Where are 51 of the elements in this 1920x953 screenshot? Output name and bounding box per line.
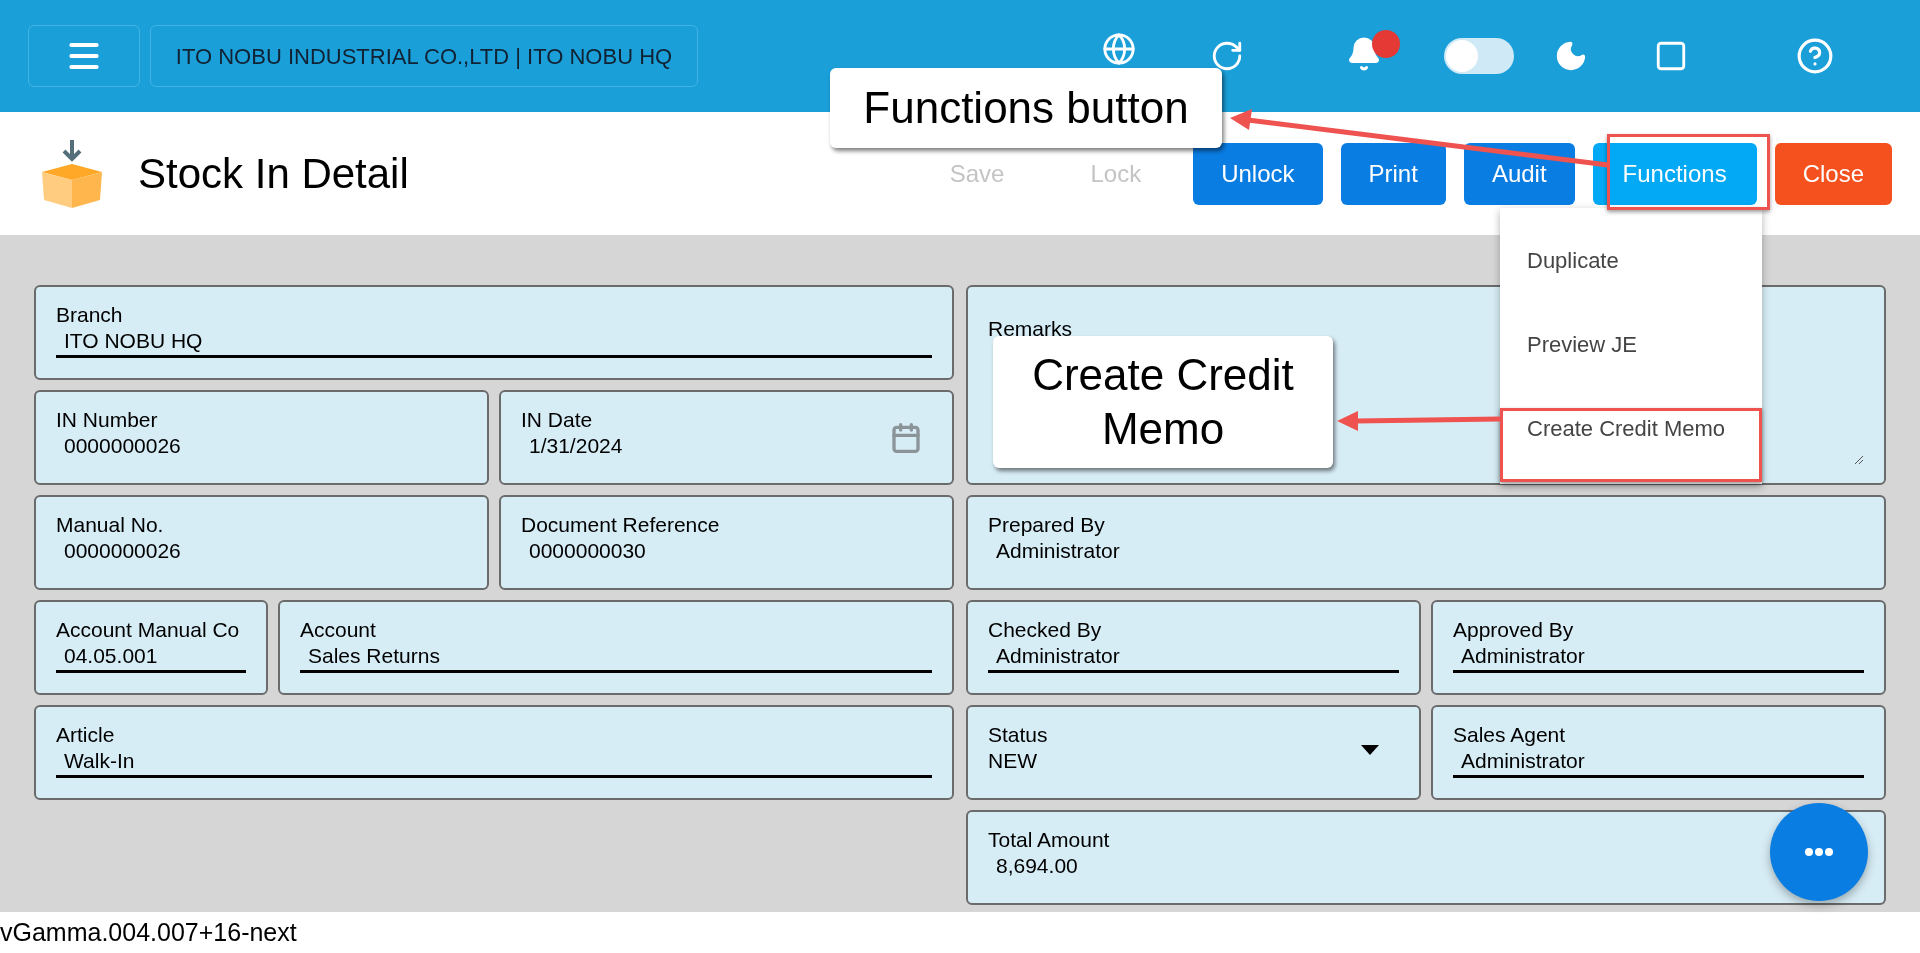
- value-field[interactable]: Administrator: [1453, 642, 1864, 673]
- menu-item[interactable]: Duplicate: [1527, 248, 1619, 274]
- field-label: Total Amount: [988, 828, 1111, 852]
- toolbar-button[interactable]: Audit: [1463, 142, 1575, 205]
- value-field[interactable]: 1/31/2024: [521, 432, 623, 460]
- calendar-icon[interactable]: [890, 422, 922, 454]
- menu-item[interactable]: Preview JE: [1527, 332, 1638, 358]
- field-label: Account: [300, 618, 377, 642]
- toolbar-button[interactable]: Print: [1340, 142, 1446, 205]
- version-text: vGamma.004.007+16-next: [0, 916, 298, 948]
- value-field[interactable]: Administrator: [988, 642, 1399, 673]
- value-field[interactable]: Walk-In: [56, 747, 932, 778]
- company-name[interactable]: ITO NOBU INDUSTRIAL CO.,LTD | ITO NOBU HQ: [150, 25, 698, 87]
- resize-grip-icon[interactable]: [1854, 455, 1864, 465]
- toggle-switch[interactable]: [1444, 38, 1514, 74]
- value-field[interactable]: 04.05.001: [56, 642, 246, 673]
- field-label: Article: [56, 723, 116, 747]
- callout-label: Create Credit Memo: [993, 336, 1333, 468]
- field-label: Account Manual Co: [56, 618, 241, 642]
- value-field[interactable]: ITO NOBU HQ: [56, 327, 932, 358]
- page-title: Stock In Detail: [138, 149, 409, 199]
- value-field[interactable]: 0000000030: [521, 537, 646, 565]
- field-label: Branch: [56, 303, 124, 327]
- menu-button[interactable]: [28, 25, 140, 87]
- value-field[interactable]: Administrator: [988, 537, 1120, 565]
- field-label: IN Number: [56, 408, 159, 432]
- field-label: Sales Agent: [1453, 723, 1567, 747]
- field-label: Checked By: [988, 618, 1103, 642]
- field-label: Prepared By: [988, 513, 1106, 537]
- square-icon[interactable]: [1654, 39, 1688, 73]
- value-field[interactable]: 0000000026: [56, 432, 181, 460]
- field-label: IN Date: [521, 408, 594, 432]
- value-field[interactable]: Sales Returns: [300, 642, 932, 673]
- more-icon: [1805, 848, 1833, 856]
- refresh-icon[interactable]: [1210, 39, 1244, 73]
- value-field[interactable]: Administrator: [1453, 747, 1864, 778]
- callout-label: Functions button: [830, 68, 1222, 148]
- value-field[interactable]: NEW: [988, 747, 1037, 775]
- value-field[interactable]: 0000000026: [56, 537, 181, 565]
- field-label: Status: [988, 723, 1049, 747]
- caret-icon[interactable]: [1361, 745, 1379, 755]
- field-label: Document Reference: [521, 513, 721, 537]
- bell-icon[interactable]: [1346, 36, 1382, 72]
- moon-icon[interactable]: [1554, 39, 1588, 73]
- value-field[interactable]: 8,694.00: [988, 852, 1078, 880]
- globe-icon[interactable]: [1102, 32, 1136, 66]
- field-label: Manual No.: [56, 513, 165, 537]
- field-label: Approved By: [1453, 618, 1575, 642]
- menu-item[interactable]: Create Credit Memo: [1527, 416, 1726, 442]
- help-icon[interactable]: [1796, 37, 1834, 75]
- toolbar-button[interactable]: Unlock: [1193, 142, 1323, 205]
